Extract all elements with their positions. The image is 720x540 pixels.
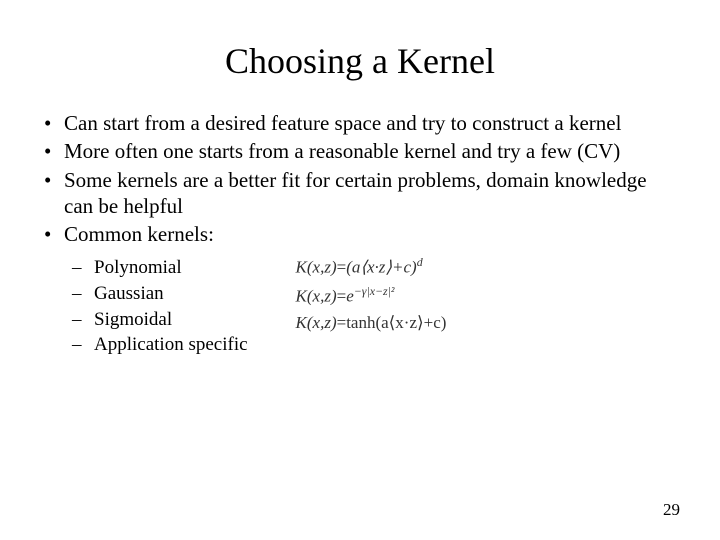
page-number: 29 [663,500,680,520]
sub-bullet-list: Polynomial Gaussian Sigmoidal Applicatio… [72,255,248,358]
formula-lhs: K(x,z) [296,287,337,306]
formula-gaussian: K(x,z)=e−γ|x−z|² [296,284,447,307]
formula-eq: = [337,258,347,277]
bullet-item: More often one starts from a reasonable … [40,138,680,164]
formula-lhs: K(x,z) [296,258,337,277]
formula-fn: tanh(a⟨x·z⟩+c) [346,313,446,332]
sub-bullet-item: Gaussian [72,281,248,307]
bullet-item: Some kernels are a better fit for certai… [40,167,680,220]
formula-eq: = [337,287,347,306]
bullet-item: Common kernels: [40,221,680,247]
sub-section: Polynomial Gaussian Sigmoidal Applicatio… [40,255,680,358]
formula-base: e [346,287,354,306]
sub-bullet-item: Polynomial [72,255,248,281]
main-bullet-list: Can start from a desired feature space a… [40,110,680,247]
formula-exponent: d [417,255,423,269]
formula-rhs: (a⟨x·z⟩+c) [346,258,417,277]
formula-sigmoidal: K(x,z)=tanh(a⟨x·z⟩+c) [296,313,447,333]
sub-bullet-item: Application specific [72,332,248,358]
formula-lhs: K(x,z) [296,313,337,332]
formula-block: K(x,z)=(a⟨x·z⟩+c)d K(x,z)=e−γ|x−z|² K(x,… [296,255,447,332]
slide-title: Choosing a Kernel [40,40,680,82]
formula-exponent: −γ|x−z|² [354,284,395,298]
sub-bullet-item: Sigmoidal [72,307,248,333]
bullet-item: Can start from a desired feature space a… [40,110,680,136]
formula-eq: = [337,313,347,332]
formula-polynomial: K(x,z)=(a⟨x·z⟩+c)d [296,255,447,278]
